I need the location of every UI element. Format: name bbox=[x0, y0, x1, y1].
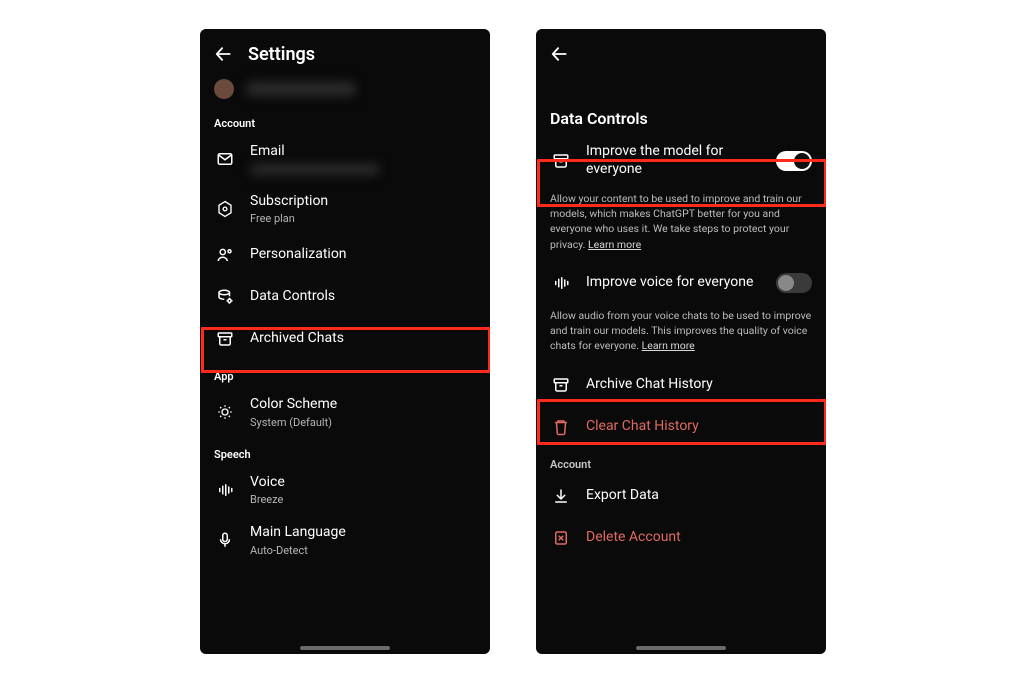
header bbox=[536, 29, 826, 73]
label: Email bbox=[250, 143, 476, 161]
page-title: Settings bbox=[248, 44, 315, 65]
label: Export Data bbox=[586, 487, 812, 505]
home-indicator bbox=[300, 646, 390, 650]
avatar bbox=[214, 79, 234, 99]
voice-waveform-icon bbox=[214, 481, 236, 499]
section-app: App bbox=[200, 360, 490, 387]
section-account: Account bbox=[536, 448, 826, 475]
settings-item-subscription[interactable]: Subscription Free plan bbox=[200, 184, 490, 235]
email-icon bbox=[214, 150, 236, 168]
item-export-data[interactable]: Export Data bbox=[536, 475, 826, 517]
label: Personalization bbox=[250, 246, 476, 264]
label: Delete Account bbox=[586, 529, 812, 547]
toggle-switch[interactable] bbox=[776, 151, 812, 171]
microphone-icon bbox=[214, 531, 236, 549]
learn-more-link[interactable]: Learn more bbox=[642, 339, 695, 352]
label: Main Language bbox=[250, 524, 476, 542]
section-account: Account bbox=[200, 107, 490, 134]
item-clear-chat-history[interactable]: Clear Chat History bbox=[536, 406, 826, 448]
settings-item-voice[interactable]: Voice Breeze bbox=[200, 465, 490, 516]
settings-item-main-language[interactable]: Main Language Auto-Detect bbox=[200, 515, 490, 566]
label: Archive Chat History bbox=[586, 376, 812, 394]
settings-item-data-controls[interactable]: Data Controls bbox=[200, 276, 490, 318]
label: Archived Chats bbox=[250, 330, 476, 348]
section-speech: Speech bbox=[200, 438, 490, 465]
label: Voice bbox=[250, 474, 476, 492]
settings-item-archived-chats[interactable]: Archived Chats bbox=[200, 318, 490, 360]
label: Improve the model for everyone bbox=[586, 143, 776, 178]
profile-row[interactable] bbox=[200, 73, 490, 107]
voice-waveform-icon bbox=[550, 274, 572, 292]
toggle-switch[interactable] bbox=[776, 273, 812, 293]
toggle-improve-voice[interactable]: Improve voice for everyone bbox=[536, 262, 826, 304]
item-archive-chat-history[interactable]: Archive Chat History bbox=[536, 364, 826, 406]
toggle-improve-model[interactable]: Improve the model for everyone bbox=[536, 134, 826, 187]
header: Settings bbox=[200, 29, 490, 73]
sub: Breeze bbox=[250, 493, 476, 506]
archive-icon bbox=[550, 376, 572, 394]
archive-icon bbox=[550, 152, 572, 170]
item-delete-account[interactable]: Delete Account bbox=[536, 517, 826, 559]
sub: System (Default) bbox=[250, 416, 476, 429]
subscription-icon bbox=[214, 200, 236, 218]
label: Data Controls bbox=[250, 288, 476, 306]
profile-name-redacted bbox=[246, 82, 356, 96]
settings-item-personalization[interactable]: Personalization bbox=[200, 234, 490, 276]
back-arrow-icon[interactable] bbox=[212, 43, 234, 65]
email-value-redacted bbox=[250, 164, 380, 175]
data-controls-screen: Data Controls Improve the model for ever… bbox=[536, 29, 826, 654]
improve-model-description: Allow your content to be used to improve… bbox=[536, 187, 826, 262]
sub: Auto-Detect bbox=[250, 544, 476, 557]
delete-account-icon bbox=[550, 529, 572, 547]
label: Improve voice for everyone bbox=[586, 274, 776, 292]
label: Subscription bbox=[250, 193, 476, 211]
learn-more-link[interactable]: Learn more bbox=[588, 238, 641, 251]
color-scheme-icon bbox=[214, 403, 236, 421]
page-title: Data Controls bbox=[536, 73, 826, 134]
back-arrow-icon[interactable] bbox=[548, 43, 570, 65]
trash-icon bbox=[550, 418, 572, 436]
settings-item-color-scheme[interactable]: Color Scheme System (Default) bbox=[200, 387, 490, 438]
label: Clear Chat History bbox=[586, 418, 812, 436]
archive-icon bbox=[214, 330, 236, 348]
label: Color Scheme bbox=[250, 396, 476, 414]
improve-voice-description: Allow audio from your voice chats to be … bbox=[536, 304, 826, 364]
data-controls-icon bbox=[214, 288, 236, 306]
settings-screen: Settings Account Email Subscription Free… bbox=[200, 29, 490, 654]
personalization-icon bbox=[214, 246, 236, 264]
download-icon bbox=[550, 487, 572, 505]
home-indicator bbox=[636, 646, 726, 650]
settings-item-email[interactable]: Email bbox=[200, 134, 490, 184]
sub: Free plan bbox=[250, 212, 476, 225]
